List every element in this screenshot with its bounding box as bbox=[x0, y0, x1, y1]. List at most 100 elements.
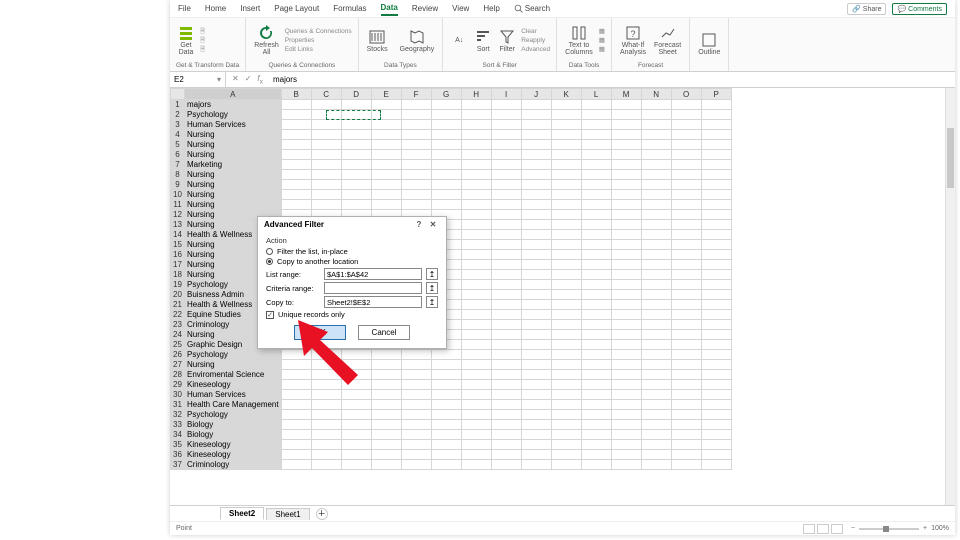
cell[interactable] bbox=[701, 180, 731, 190]
cell[interactable] bbox=[611, 380, 641, 390]
cell[interactable] bbox=[521, 200, 551, 210]
cell[interactable] bbox=[401, 110, 431, 120]
cell[interactable] bbox=[521, 250, 551, 260]
cell[interactable] bbox=[461, 310, 491, 320]
cell[interactable] bbox=[611, 220, 641, 230]
cell[interactable] bbox=[461, 300, 491, 310]
cell[interactable] bbox=[431, 160, 461, 170]
cell[interactable] bbox=[611, 390, 641, 400]
cell[interactable] bbox=[551, 450, 581, 460]
row-header[interactable]: 6 bbox=[171, 150, 185, 160]
cell[interactable] bbox=[701, 360, 731, 370]
cell[interactable] bbox=[641, 220, 671, 230]
cell[interactable] bbox=[521, 190, 551, 200]
cell[interactable] bbox=[581, 300, 611, 310]
cell[interactable] bbox=[551, 120, 581, 130]
cell[interactable] bbox=[701, 460, 731, 470]
cell[interactable] bbox=[551, 280, 581, 290]
cell[interactable] bbox=[551, 220, 581, 230]
search-icon[interactable]: Search bbox=[514, 4, 550, 13]
name-box[interactable]: E2▾ bbox=[170, 72, 226, 87]
cell[interactable] bbox=[671, 270, 701, 280]
cell[interactable] bbox=[551, 380, 581, 390]
cell[interactable] bbox=[521, 120, 551, 130]
cell[interactable] bbox=[431, 420, 461, 430]
cell[interactable] bbox=[641, 340, 671, 350]
cell[interactable] bbox=[581, 340, 611, 350]
cell[interactable]: Psychology bbox=[185, 350, 282, 360]
cell[interactable] bbox=[641, 440, 671, 450]
cell[interactable] bbox=[671, 400, 701, 410]
copy-to-picker-icon[interactable]: ↥ bbox=[426, 296, 438, 308]
cell[interactable] bbox=[671, 100, 701, 110]
col-header[interactable]: M bbox=[611, 89, 641, 100]
cell[interactable] bbox=[701, 350, 731, 360]
cell[interactable] bbox=[581, 380, 611, 390]
cell[interactable] bbox=[281, 180, 311, 190]
cell[interactable] bbox=[671, 290, 701, 300]
cell[interactable] bbox=[281, 160, 311, 170]
cell[interactable] bbox=[611, 110, 641, 120]
cell[interactable] bbox=[341, 420, 371, 430]
vertical-scrollbar[interactable] bbox=[945, 88, 955, 505]
row-header[interactable]: 17 bbox=[171, 260, 185, 270]
cell[interactable] bbox=[551, 240, 581, 250]
edit-links-link[interactable]: Edit Links bbox=[285, 45, 352, 54]
cell[interactable] bbox=[341, 370, 371, 380]
cell[interactable] bbox=[551, 170, 581, 180]
cell[interactable] bbox=[461, 410, 491, 420]
cell[interactable] bbox=[581, 190, 611, 200]
cell[interactable] bbox=[371, 140, 401, 150]
cell[interactable] bbox=[551, 230, 581, 240]
cell[interactable] bbox=[341, 140, 371, 150]
cell[interactable] bbox=[581, 290, 611, 300]
cell[interactable] bbox=[431, 110, 461, 120]
cell[interactable] bbox=[491, 320, 521, 330]
cell[interactable] bbox=[431, 360, 461, 370]
cell[interactable] bbox=[701, 380, 731, 390]
cell[interactable] bbox=[671, 190, 701, 200]
cell[interactable] bbox=[641, 280, 671, 290]
cell[interactable] bbox=[581, 130, 611, 140]
cell[interactable] bbox=[611, 190, 641, 200]
cell[interactable] bbox=[611, 100, 641, 110]
cell[interactable] bbox=[701, 130, 731, 140]
cell[interactable] bbox=[431, 200, 461, 210]
normal-view-button[interactable] bbox=[803, 524, 815, 534]
cell[interactable] bbox=[551, 270, 581, 280]
cell[interactable] bbox=[671, 370, 701, 380]
cell[interactable]: majors bbox=[185, 100, 282, 110]
cell[interactable] bbox=[491, 270, 521, 280]
cell[interactable] bbox=[281, 400, 311, 410]
radio-filter-inplace[interactable]: Filter the list, in-place bbox=[266, 247, 438, 256]
add-sheet-button[interactable]: ＋ bbox=[316, 508, 328, 520]
row-header[interactable]: 16 bbox=[171, 250, 185, 260]
cell[interactable] bbox=[401, 200, 431, 210]
cell[interactable] bbox=[311, 150, 341, 160]
cell[interactable] bbox=[551, 430, 581, 440]
cell[interactable] bbox=[401, 440, 431, 450]
zoom-in-button[interactable]: + bbox=[923, 525, 927, 532]
cell[interactable] bbox=[461, 320, 491, 330]
cell[interactable] bbox=[611, 410, 641, 420]
cell[interactable] bbox=[641, 320, 671, 330]
cell[interactable] bbox=[611, 250, 641, 260]
cell[interactable] bbox=[371, 100, 401, 110]
cell[interactable] bbox=[311, 430, 341, 440]
cell[interactable] bbox=[491, 200, 521, 210]
cell[interactable] bbox=[521, 280, 551, 290]
cell[interactable] bbox=[341, 350, 371, 360]
row-header[interactable]: 25 bbox=[171, 340, 185, 350]
cell[interactable] bbox=[281, 120, 311, 130]
cell[interactable] bbox=[281, 460, 311, 470]
cell[interactable] bbox=[311, 350, 341, 360]
cell[interactable] bbox=[341, 460, 371, 470]
cell[interactable] bbox=[371, 360, 401, 370]
row-header[interactable]: 30 bbox=[171, 390, 185, 400]
cell[interactable] bbox=[611, 290, 641, 300]
cell[interactable] bbox=[281, 190, 311, 200]
cell[interactable] bbox=[551, 400, 581, 410]
sort-az-button[interactable]: A↓ bbox=[449, 32, 469, 50]
cell[interactable] bbox=[701, 270, 731, 280]
cell[interactable] bbox=[341, 130, 371, 140]
